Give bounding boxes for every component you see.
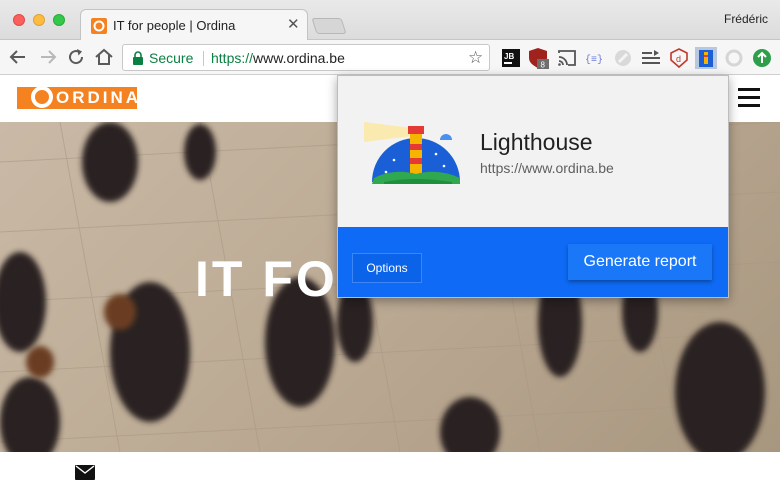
svg-text:{≡}: {≡} xyxy=(585,54,603,66)
popup-header: Lighthouse https://www.ordina.be xyxy=(338,76,728,227)
d-shield-ext-icon[interactable]: d xyxy=(668,47,690,69)
disabled-circle-ext-icon[interactable] xyxy=(723,47,745,69)
hero-heading: IT FO xyxy=(195,251,338,307)
omnibox-separator xyxy=(203,51,204,66)
reader-list-ext-icon[interactable] xyxy=(640,47,662,69)
lighthouse-popup: Lighthouse https://www.ordina.be Options… xyxy=(337,75,729,298)
menu-bar xyxy=(738,104,760,107)
logo-ring xyxy=(31,86,53,108)
browser-tab-active[interactable]: IT for people | Ordina ✕ xyxy=(80,9,308,41)
options-button[interactable]: Options xyxy=(352,253,422,283)
profile-name[interactable]: Frédéric xyxy=(724,12,768,26)
home-icon[interactable] xyxy=(92,45,116,69)
minimize-window-button[interactable] xyxy=(33,14,45,26)
disabled-ext-icon[interactable] xyxy=(612,47,634,69)
secure-label: Secure xyxy=(149,50,194,66)
url-scheme: https:// xyxy=(211,50,254,66)
lighthouse-logo-icon xyxy=(364,122,460,184)
hamburger-menu-icon[interactable] xyxy=(738,88,760,108)
browser-toolbar: Secure https://www.ordina.be ☆ JB 8 {≡} … xyxy=(0,40,780,75)
new-tab-button[interactable] xyxy=(311,18,347,34)
page-footer xyxy=(0,452,780,497)
ordina-favicon-icon xyxy=(91,18,107,34)
svg-text:8: 8 xyxy=(541,61,546,70)
logo-text: ORDINA xyxy=(56,88,142,107)
menu-bar xyxy=(738,88,760,91)
reload-icon[interactable] xyxy=(64,45,88,69)
json-viewer-ext-icon[interactable]: {≡} xyxy=(584,47,606,69)
svg-text:d: d xyxy=(676,54,681,64)
window-titlebar: IT for people | Ordina ✕ Frédéric xyxy=(0,0,780,41)
ublock-ext-icon[interactable]: 8 xyxy=(528,47,550,69)
svg-text:JB: JB xyxy=(504,52,514,61)
cast-icon[interactable] xyxy=(556,47,578,69)
tab-close-icon[interactable]: ✕ xyxy=(287,16,300,34)
address-bar[interactable]: Secure https://www.ordina.be ☆ xyxy=(122,44,490,71)
url-host: www.ordina.be xyxy=(253,50,345,66)
maximize-window-button[interactable] xyxy=(53,14,65,26)
bookmark-star-icon[interactable]: ☆ xyxy=(468,48,483,67)
popup-url: https://www.ordina.be xyxy=(480,160,614,176)
lighthouse-ext-icon[interactable] xyxy=(695,47,717,69)
close-window-button[interactable] xyxy=(13,14,25,26)
tab-title: IT for people | Ordina xyxy=(113,18,236,33)
green-upload-ext-icon[interactable] xyxy=(751,47,773,69)
ordina-logo[interactable]: ORDINA xyxy=(17,86,138,109)
lock-icon xyxy=(133,51,143,65)
jetbrains-ext-icon[interactable]: JB xyxy=(500,47,522,69)
back-arrow-icon[interactable] xyxy=(6,45,30,69)
popup-action-bar: Options Generate report xyxy=(338,227,728,297)
url-text: https://www.ordina.be xyxy=(211,50,345,66)
menu-bar xyxy=(738,96,760,99)
envelope-icon[interactable] xyxy=(75,465,95,480)
popup-title: Lighthouse xyxy=(480,129,593,155)
forward-arrow-icon[interactable] xyxy=(36,45,60,69)
generate-report-button[interactable]: Generate report xyxy=(568,244,712,280)
